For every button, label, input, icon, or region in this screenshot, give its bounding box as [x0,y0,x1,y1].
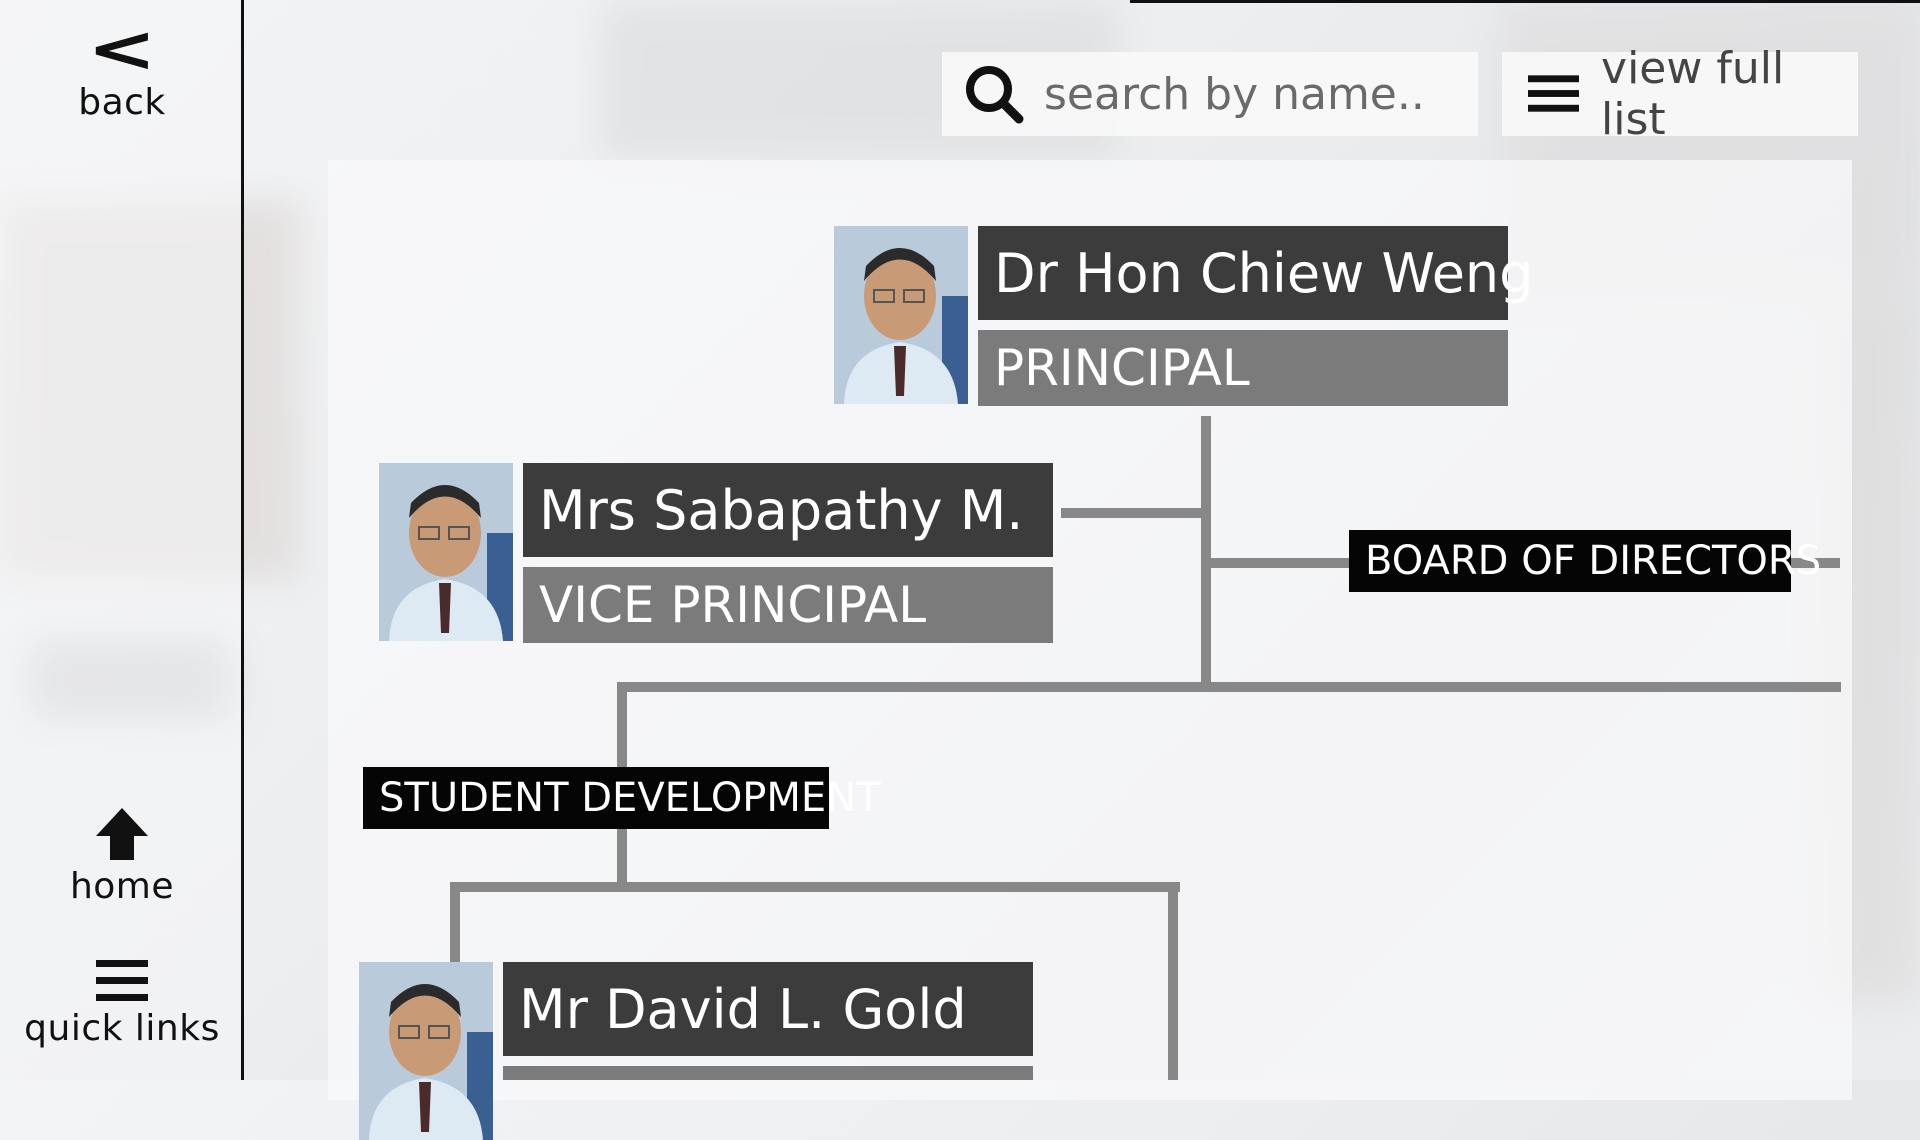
menu-icon [96,960,148,1001]
connector-line [1201,416,1211,686]
connector-line [1168,882,1178,1080]
view-full-list-button[interactable]: view full list [1502,43,1858,145]
search-icon [966,66,1024,124]
principal-name[interactable]: Dr Hon Chiew Weng [978,226,1533,320]
vice-principal-role: VICE PRINCIPAL [523,567,1053,643]
quick-links-label: quick links [24,1008,220,1049]
avatar [834,226,968,404]
avatar [379,463,513,641]
connector-line [617,682,1841,692]
view-full-list-label: view full list [1601,43,1785,145]
home-arrow-icon [96,808,148,860]
back-button[interactable]: < back [0,18,244,123]
connector-line [1211,558,1351,568]
principal-photo[interactable] [834,226,968,404]
search-input[interactable] [1042,67,1466,121]
connector-line [617,824,627,884]
vice-principal-name[interactable]: Mrs Sabapathy M. [523,463,1053,557]
sidebar: < back home quick links [0,0,244,1080]
vice-principal-photo[interactable] [379,463,513,641]
search-box[interactable] [942,52,1478,136]
connector-line [450,882,1180,892]
connector-line [450,882,460,962]
avatar [359,962,493,1140]
connector-line [1061,508,1201,518]
board-of-directors-label[interactable]: BOARD OF DIRECTORS [1349,530,1821,592]
principal-role: PRINCIPAL [978,330,1508,406]
back-label: back [78,82,166,123]
staff-name[interactable]: Mr David L. Gold [503,962,1033,1056]
home-label: home [69,866,175,907]
back-arrow-icon: < [87,13,157,87]
staff-role [503,1066,1033,1080]
list-icon [1528,75,1580,112]
student-development-label[interactable]: STUDENT DEVELOPMENT [363,767,881,829]
staff-photo[interactable] [359,962,493,1140]
home-button[interactable]: home [0,806,244,907]
top-divider [1130,0,1920,3]
quick-links-button[interactable]: quick links [0,958,244,1049]
